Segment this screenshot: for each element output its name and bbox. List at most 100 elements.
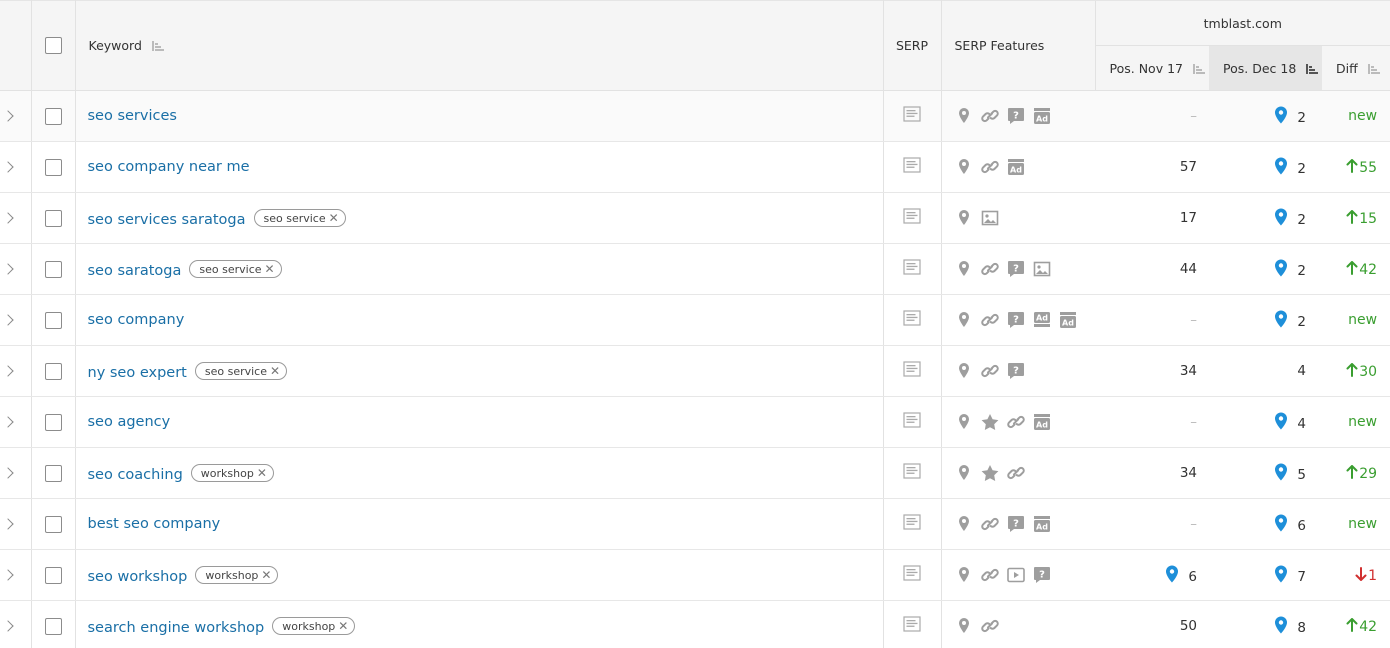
- row-checkbox[interactable]: [44, 158, 62, 176]
- row-checkbox[interactable]: [44, 464, 62, 482]
- map-pin-icon[interactable]: [954, 311, 974, 329]
- row-checkbox[interactable]: [44, 362, 62, 380]
- ad-icon[interactable]: Ad: [1032, 413, 1052, 431]
- map-pin-icon[interactable]: [954, 464, 974, 482]
- keyword-tag[interactable]: seo service ✕: [253, 208, 346, 227]
- link-icon[interactable]: [980, 566, 1000, 584]
- keyword-link[interactable]: search engine workshop: [88, 620, 265, 636]
- keyword-link[interactable]: seo workshop: [88, 569, 188, 585]
- row-checkbox[interactable]: [44, 515, 62, 533]
- serp-snapshot-icon[interactable]: [903, 616, 921, 632]
- question-icon[interactable]: ?: [1006, 311, 1026, 329]
- expand-row-toggle[interactable]: [0, 600, 32, 648]
- link-icon[interactable]: [980, 311, 1000, 329]
- expand-row-toggle[interactable]: [0, 345, 32, 397]
- expand-row-toggle[interactable]: [0, 294, 32, 346]
- keyword-tag[interactable]: workshop ✕: [195, 565, 279, 584]
- row-checkbox[interactable]: [44, 413, 62, 431]
- link-icon[interactable]: [980, 260, 1000, 278]
- keyword-link[interactable]: seo company near me: [88, 159, 250, 175]
- keyword-tag[interactable]: workshop ✕: [272, 616, 356, 635]
- keyword-tag[interactable]: seo service ✕: [194, 361, 288, 380]
- serp-snapshot-icon[interactable]: [903, 106, 921, 122]
- sort-icon[interactable]: [1367, 63, 1380, 74]
- expand-row-toggle[interactable]: [0, 243, 32, 295]
- ad-icon[interactable]: Ad: [1058, 311, 1078, 329]
- serp-snapshot-icon[interactable]: [903, 463, 921, 479]
- link-icon[interactable]: [980, 617, 1000, 635]
- serp-snapshot-icon[interactable]: [903, 565, 921, 581]
- expand-row-toggle[interactable]: [0, 141, 32, 193]
- question-icon[interactable]: ?: [1032, 566, 1052, 584]
- question-icon[interactable]: ?: [1006, 515, 1026, 533]
- expand-row-toggle[interactable]: [0, 498, 32, 550]
- pos-nov-column-header[interactable]: Pos. Nov 17: [1094, 45, 1209, 91]
- map-pin-icon[interactable]: [954, 107, 974, 125]
- expand-row-toggle[interactable]: [0, 447, 32, 499]
- serp-snapshot-icon[interactable]: [903, 412, 921, 428]
- row-checkbox[interactable]: [44, 209, 62, 227]
- sort-icon[interactable]: [1192, 63, 1205, 74]
- link-icon[interactable]: [1006, 413, 1026, 431]
- serp-snapshot-icon[interactable]: [903, 259, 921, 275]
- row-checkbox[interactable]: [44, 566, 62, 584]
- map-pin-icon[interactable]: [954, 413, 974, 431]
- ad-top-icon[interactable]: Ad: [1032, 311, 1052, 329]
- expand-row-toggle[interactable]: [0, 90, 32, 142]
- serp-snapshot-icon[interactable]: [903, 514, 921, 530]
- remove-tag-icon[interactable]: ✕: [261, 568, 271, 582]
- keyword-link[interactable]: seo agency: [88, 414, 171, 430]
- image-icon[interactable]: [1032, 260, 1052, 278]
- serp-snapshot-icon[interactable]: [903, 310, 921, 326]
- keyword-link[interactable]: seo services: [88, 108, 177, 124]
- question-icon[interactable]: ?: [1006, 107, 1026, 125]
- image-icon[interactable]: [980, 209, 1000, 227]
- keyword-link[interactable]: seo saratoga: [88, 263, 182, 279]
- remove-tag-icon[interactable]: ✕: [329, 211, 339, 225]
- link-icon[interactable]: [980, 107, 1000, 125]
- link-icon[interactable]: [980, 158, 1000, 176]
- keyword-link[interactable]: best seo company: [88, 516, 221, 532]
- video-icon[interactable]: [1006, 566, 1026, 584]
- keyword-link[interactable]: seo services saratoga: [88, 212, 246, 228]
- map-pin-icon[interactable]: [954, 209, 974, 227]
- map-pin-icon[interactable]: [954, 617, 974, 635]
- remove-tag-icon[interactable]: ✕: [270, 364, 280, 378]
- question-icon[interactable]: ?: [1006, 260, 1026, 278]
- expand-row-toggle[interactable]: [0, 396, 32, 448]
- diff-column-header[interactable]: Diff: [1322, 45, 1390, 91]
- map-pin-icon[interactable]: [954, 566, 974, 584]
- serp-snapshot-icon[interactable]: [903, 208, 921, 224]
- row-checkbox[interactable]: [44, 311, 62, 329]
- link-icon[interactable]: [980, 362, 1000, 380]
- remove-tag-icon[interactable]: ✕: [265, 262, 275, 276]
- keyword-column-header[interactable]: Keyword: [75, 0, 884, 91]
- remove-tag-icon[interactable]: ✕: [257, 466, 267, 480]
- ad-icon[interactable]: Ad: [1006, 158, 1026, 176]
- map-pin-icon[interactable]: [954, 515, 974, 533]
- keyword-link[interactable]: seo company: [88, 312, 185, 328]
- keyword-link[interactable]: seo coaching: [88, 467, 183, 483]
- keyword-tag[interactable]: seo service ✕: [189, 259, 282, 278]
- select-all-checkbox[interactable]: [44, 37, 62, 54]
- serp-snapshot-icon[interactable]: [903, 157, 921, 173]
- ad-icon[interactable]: Ad: [1032, 107, 1052, 125]
- keyword-link[interactable]: ny seo expert: [88, 365, 187, 381]
- sort-active-icon[interactable]: [1306, 63, 1319, 74]
- row-checkbox[interactable]: [44, 260, 62, 278]
- question-icon[interactable]: ?: [1006, 362, 1026, 380]
- remove-tag-icon[interactable]: ✕: [338, 619, 348, 633]
- link-icon[interactable]: [980, 515, 1000, 533]
- map-pin-icon[interactable]: [954, 158, 974, 176]
- link-icon[interactable]: [1006, 464, 1026, 482]
- expand-row-toggle[interactable]: [0, 192, 32, 244]
- map-pin-icon[interactable]: [954, 260, 974, 278]
- sort-icon[interactable]: [151, 41, 164, 51]
- ad-icon[interactable]: Ad: [1032, 515, 1052, 533]
- keyword-tag[interactable]: workshop ✕: [190, 463, 274, 482]
- row-checkbox[interactable]: [44, 107, 62, 125]
- star-icon[interactable]: [980, 464, 1000, 482]
- map-pin-icon[interactable]: [954, 362, 974, 380]
- serp-snapshot-icon[interactable]: [903, 361, 921, 377]
- expand-row-toggle[interactable]: [0, 549, 32, 601]
